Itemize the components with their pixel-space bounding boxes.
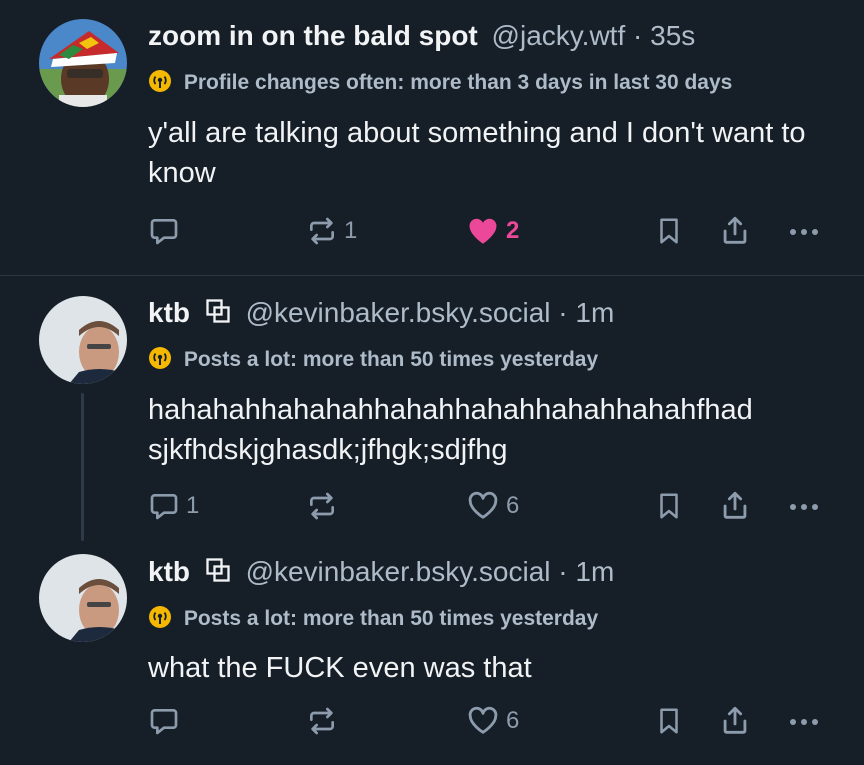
- timestamp[interactable]: 1m: [575, 556, 614, 587]
- repost-button[interactable]: [306, 486, 344, 526]
- repost-count: 1: [344, 217, 358, 244]
- post-header: ktb @kevinbaker.bsky.social · 1m: [148, 295, 614, 334]
- post-text: what the FUCK even was that: [148, 652, 532, 684]
- profile-label[interactable]: Profile changes often: more than 3 days …: [148, 69, 732, 101]
- more-dots-icon: [790, 719, 818, 725]
- more-dots-icon: [790, 504, 818, 510]
- display-name[interactable]: ktb: [148, 556, 190, 587]
- post-2[interactable]: ktb @kevinbaker.bsky.social · 1m Posts a…: [0, 276, 864, 546]
- like-count: 6: [506, 492, 520, 519]
- linked-squares-icon: [204, 297, 232, 334]
- profile-label[interactable]: Posts a lot: more than 50 times yesterda…: [148, 346, 598, 378]
- handle[interactable]: @jacky.wtf: [492, 20, 626, 51]
- share-upload-icon: [723, 706, 747, 734]
- broadcast-label-icon: [148, 69, 172, 101]
- display-name[interactable]: zoom in on the bald spot: [148, 20, 478, 51]
- reply-button[interactable]: [148, 211, 186, 251]
- post-1[interactable]: zoom in on the bald spot @jacky.wtf · 35…: [0, 0, 864, 275]
- heart-icon: [468, 706, 498, 734]
- bookmark-button[interactable]: [654, 486, 684, 526]
- more-button[interactable]: [786, 486, 822, 526]
- avatar[interactable]: [39, 19, 127, 107]
- more-button[interactable]: [786, 701, 822, 741]
- label-text: Profile changes often: more than 3 days …: [183, 71, 733, 94]
- repost-button[interactable]: 1: [306, 211, 357, 251]
- like-count: 6: [506, 707, 520, 734]
- separator-dot: ·: [558, 297, 568, 328]
- speech-bubble-icon: [150, 494, 178, 520]
- post-text: y'all are talking about something and I …: [148, 117, 806, 189]
- post-3[interactable]: ktb @kevinbaker.bsky.social · 1m Posts a…: [0, 546, 864, 765]
- separator-dot: ·: [633, 20, 643, 51]
- heart-icon: [469, 218, 497, 244]
- label-text: Posts a lot: more than 50 times yesterda…: [183, 607, 599, 630]
- profile-label[interactable]: Posts a lot: more than 50 times yesterda…: [148, 605, 598, 637]
- repost-arrows-icon: [310, 217, 334, 245]
- like-button[interactable]: 6: [466, 486, 519, 526]
- share-button[interactable]: [718, 211, 752, 251]
- avatar[interactable]: [39, 554, 127, 642]
- post-header: zoom in on the bald spot @jacky.wtf · 35…: [148, 18, 695, 54]
- broadcast-label-icon: [148, 605, 172, 637]
- label-text: Posts a lot: more than 50 times yesterda…: [183, 348, 599, 371]
- separator-dot: ·: [558, 556, 568, 587]
- avatar-image: [39, 296, 127, 384]
- avatar-image: [39, 554, 127, 642]
- like-button[interactable]: 2: [466, 211, 519, 251]
- speech-bubble-icon: [150, 219, 178, 245]
- bookmark-button[interactable]: [654, 211, 684, 251]
- more-dots-icon: [790, 229, 818, 235]
- share-upload-icon: [723, 491, 747, 519]
- bookmark-icon: [660, 493, 678, 519]
- post-text: hahahahhahahahhahahhahahhahahhahahfhad s…: [148, 394, 753, 466]
- handle[interactable]: @kevinbaker.bsky.social: [246, 556, 551, 587]
- bookmark-icon: [660, 218, 678, 244]
- linked-squares-icon: [204, 556, 232, 593]
- avatar-image: [39, 19, 127, 107]
- timestamp[interactable]: 35s: [650, 20, 695, 51]
- post-header: ktb @kevinbaker.bsky.social · 1m: [148, 554, 614, 593]
- heart-icon: [468, 491, 498, 519]
- speech-bubble-icon: [150, 709, 178, 735]
- repost-arrows-icon: [310, 492, 334, 520]
- reply-button[interactable]: [148, 701, 186, 741]
- broadcast-label-icon: [148, 346, 172, 378]
- share-button[interactable]: [718, 701, 752, 741]
- timestamp[interactable]: 1m: [575, 297, 614, 328]
- like-button[interactable]: 6: [466, 701, 519, 741]
- handle[interactable]: @kevinbaker.bsky.social: [246, 297, 551, 328]
- more-button[interactable]: [786, 211, 822, 251]
- bookmark-button[interactable]: [654, 701, 684, 741]
- like-count: 2: [506, 217, 520, 244]
- repost-arrows-icon: [310, 707, 334, 735]
- repost-button[interactable]: [306, 701, 344, 741]
- avatar[interactable]: [39, 296, 127, 384]
- reply-count: 1: [186, 492, 200, 519]
- share-button[interactable]: [718, 486, 752, 526]
- reply-button[interactable]: 1: [148, 486, 199, 526]
- bookmark-icon: [660, 708, 678, 734]
- thread-line: [81, 393, 84, 541]
- display-name[interactable]: ktb: [148, 297, 190, 328]
- share-upload-icon: [723, 216, 747, 244]
